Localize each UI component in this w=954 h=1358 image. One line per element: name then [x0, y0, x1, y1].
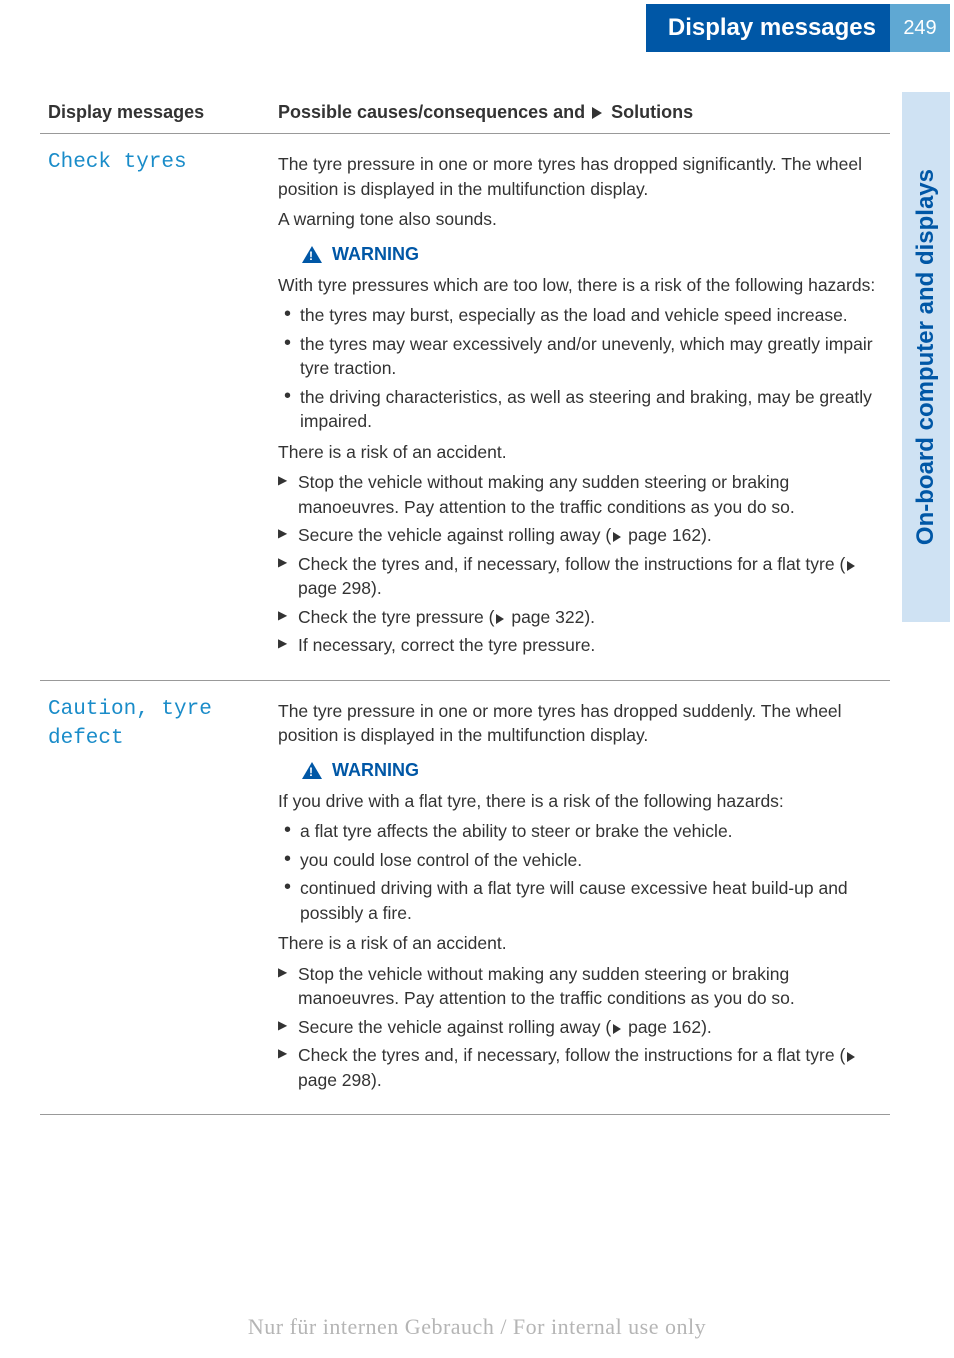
action-step: Stop the vehicle without making any sudd… — [278, 470, 882, 519]
watermark-footer: Nur für internen Gebrauch / For internal… — [0, 1314, 954, 1340]
action-step: Secure the vehicle against rolling away … — [278, 1015, 882, 1040]
table-row: Check tyres The tyre pressure in one or … — [40, 134, 890, 681]
display-message-code: Caution, tyredefect — [48, 695, 262, 754]
hazard-list: the tyres may burst, especially as the l… — [278, 303, 882, 434]
messages-table: Display messages Possible causes/consequ… — [40, 92, 890, 1115]
list-item: you could lose control of the vehicle. — [300, 848, 882, 873]
chapter-tab-label: On-board computer and displays — [912, 169, 940, 545]
col-header-messages: Display messages — [40, 92, 270, 134]
page-header: Display messages 249 — [4, 4, 950, 52]
warning-label: WARNING — [332, 758, 419, 783]
warning-heading: WARNING — [302, 758, 882, 783]
list-item: the tyres may burst, especially as the l… — [300, 303, 882, 328]
page-ref-icon — [613, 532, 621, 542]
risk-text: There is a risk of an accident. — [278, 440, 882, 465]
action-step: Check the tyre pressure ( page 322). — [278, 605, 882, 630]
intro-text: The tyre pressure in one or more tyres h… — [278, 699, 882, 748]
table-row: Caution, tyredefect The tyre pressure in… — [40, 680, 890, 1115]
content-area: Display messages Possible causes/consequ… — [40, 92, 890, 1115]
warning-triangle-icon — [302, 246, 322, 263]
page-ref-icon — [847, 561, 855, 571]
action-step: Secure the vehicle against rolling away … — [278, 523, 882, 548]
col-header-causes: Possible causes/consequences and Solutio… — [270, 92, 890, 134]
list-item: continued driving with a flat tyre will … — [300, 876, 882, 925]
hazard-list: a flat tyre affects the ability to steer… — [278, 819, 882, 925]
warning-text: If you drive with a flat tyre, there is … — [278, 789, 882, 814]
action-step: Check the tyres and, if necessary, follo… — [278, 552, 882, 601]
warning-label: WARNING — [332, 242, 419, 267]
display-message-code: Check tyres — [48, 148, 262, 177]
risk-text: There is a risk of an accident. — [278, 931, 882, 956]
action-step: Check the tyres and, if necessary, follo… — [278, 1043, 882, 1092]
section-title: Display messages — [646, 4, 890, 52]
action-step: Stop the vehicle without making any sudd… — [278, 962, 882, 1011]
list-item: the tyres may wear excessively and/or un… — [300, 332, 882, 381]
warning-heading: WARNING — [302, 242, 882, 267]
action-step: If necessary, correct the tyre pressure. — [278, 633, 882, 658]
warning-text: With tyre pressures which are too low, t… — [278, 273, 882, 298]
warning-triangle-icon — [302, 762, 322, 779]
list-item: a flat tyre affects the ability to steer… — [300, 819, 882, 844]
intro-text: A warning tone also sounds. — [278, 207, 882, 232]
chapter-tab: On-board computer and displays — [902, 92, 950, 622]
page-ref-icon — [847, 1052, 855, 1062]
page-ref-icon — [496, 614, 504, 624]
intro-text: The tyre pressure in one or more tyres h… — [278, 152, 882, 201]
page-ref-icon — [613, 1024, 621, 1034]
page-number: 249 — [890, 4, 950, 52]
list-item: the driving characteristics, as well as … — [300, 385, 882, 434]
solutions-arrow-icon — [592, 107, 602, 119]
